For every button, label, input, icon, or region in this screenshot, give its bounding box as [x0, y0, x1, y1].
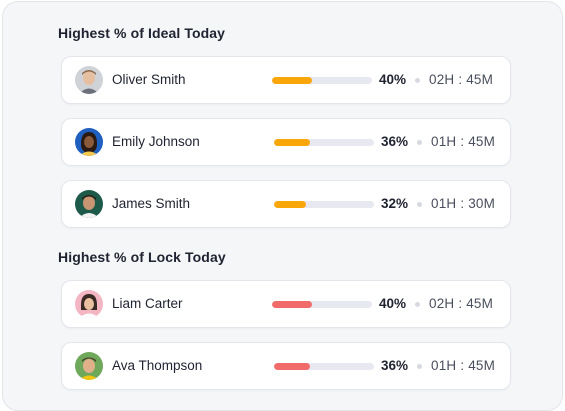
progress-fill [274, 363, 310, 370]
user-name: Liam Carter [112, 296, 183, 311]
avatar [75, 190, 103, 218]
percent-value: 40% [378, 296, 406, 311]
progress-bar [274, 201, 374, 208]
progress-bar [274, 363, 374, 370]
duration-value: 01H : 45M [431, 358, 496, 373]
separator-dot [417, 202, 422, 207]
user-name: Emily Johnson [112, 134, 200, 149]
list-item[interactable]: James Smith 32% 01H : 30M [61, 180, 511, 228]
progress-bar [274, 139, 374, 146]
user-name: Oliver Smith [112, 72, 186, 87]
leaderboard-panel: Highest % of Ideal Today Oliver Smith 40… [2, 1, 563, 411]
progress-bar [272, 77, 372, 84]
progress-fill [274, 139, 310, 146]
avatar [75, 290, 103, 318]
duration-value: 01H : 45M [431, 134, 496, 149]
avatar [75, 66, 103, 94]
percent-value: 36% [380, 134, 408, 149]
percent-value: 36% [380, 358, 408, 373]
percent-value: 40% [378, 72, 406, 87]
section-title-lock: Highest % of Lock Today [58, 249, 226, 265]
duration-value: 02H : 45M [429, 296, 494, 311]
separator-dot [415, 78, 420, 83]
duration-value: 02H : 45M [429, 72, 494, 87]
section-title-ideal: Highest % of Ideal Today [58, 25, 226, 41]
avatar [75, 352, 103, 380]
separator-dot [415, 302, 420, 307]
list-item[interactable]: Oliver Smith 40% 02H : 45M [61, 56, 511, 104]
user-name: Ava Thompson [112, 358, 203, 373]
progress-bar [272, 301, 372, 308]
progress-fill [274, 201, 306, 208]
avatar [75, 128, 103, 156]
duration-value: 01H : 30M [431, 196, 496, 211]
percent-value: 32% [380, 196, 408, 211]
user-name: James Smith [112, 196, 191, 211]
list-item[interactable]: Emily Johnson 36% 01H : 45M [61, 118, 511, 166]
list-item[interactable]: Ava Thompson 36% 01H : 45M [61, 342, 511, 390]
progress-fill [272, 77, 312, 84]
progress-fill [272, 301, 312, 308]
separator-dot [417, 140, 422, 145]
list-item[interactable]: Liam Carter 40% 02H : 45M [61, 280, 511, 328]
separator-dot [417, 364, 422, 369]
